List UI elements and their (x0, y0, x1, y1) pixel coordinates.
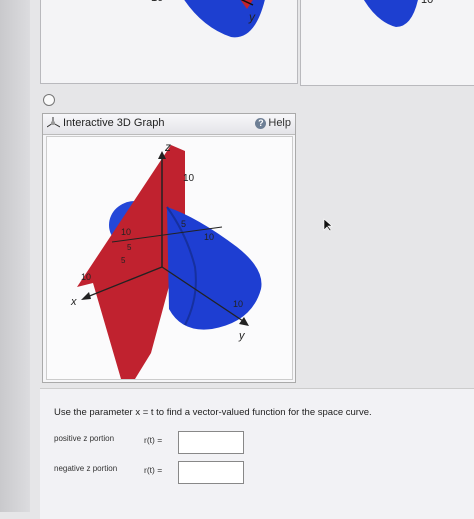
prev-right-tick: 10 (421, 0, 433, 6)
previous-graph-right: 10 (363, 0, 433, 27)
question-instruction: Use the parameter x = t to find a vector… (54, 407, 372, 418)
positive-z-answer-input[interactable] (178, 431, 244, 454)
tick-label: 10 (233, 299, 243, 309)
tick-label: 5 (121, 256, 126, 265)
help-icon: ? (255, 117, 267, 129)
tick-label: 10 (81, 272, 91, 282)
interactive-3d-graph-panel: Interactive 3D Graph ? Help z x y 10 5 1… (42, 113, 296, 383)
plot-canvas[interactable]: z x y 10 5 10 5 10 5 10 10 (46, 136, 293, 380)
graph-title: Interactive 3D Graph (63, 117, 165, 129)
negative-z-label: negative z portion (54, 464, 118, 473)
tick-label: 10 (204, 232, 214, 242)
graph-3d-icon (47, 117, 60, 128)
option-radio-button[interactable] (43, 94, 55, 106)
x-axis-label: x (70, 296, 77, 308)
prev-right-cylinder (363, 0, 418, 27)
graph-header: Interactive 3D Graph ? Help (43, 114, 295, 135)
mouse-cursor-icon (323, 218, 333, 232)
prev-left-y-label: y (248, 10, 256, 24)
question-section: Use the parameter x = t to find a vector… (40, 388, 474, 519)
browser-edge (0, 0, 30, 512)
help-label: Help (268, 117, 291, 129)
tick-label: 5 (127, 243, 132, 252)
previous-graph-left: y 10 (151, 0, 265, 38)
surface-plot: z x y 10 5 10 5 10 5 10 10 (70, 140, 262, 379)
z-axis-label: z (164, 140, 171, 154)
tick-label: 10 (121, 227, 131, 237)
y-axis-label: y (238, 330, 246, 342)
positive-z-label: positive z portion (54, 434, 115, 443)
tick-label: 10 (183, 173, 195, 184)
tick-label: 5 (181, 219, 186, 229)
help-button[interactable]: ? Help (255, 117, 291, 129)
previous-option-card-left[interactable]: y 10 (40, 0, 298, 84)
positive-r-label: r(t) = (144, 435, 163, 445)
negative-z-answer-input[interactable] (178, 461, 244, 484)
negative-r-label: r(t) = (144, 465, 163, 475)
x-axis-arrow (81, 292, 91, 300)
previous-option-card-right[interactable]: 10 (300, 0, 474, 86)
y-axis-arrow (239, 317, 249, 326)
prev-left-tick: 10 (151, 0, 163, 4)
